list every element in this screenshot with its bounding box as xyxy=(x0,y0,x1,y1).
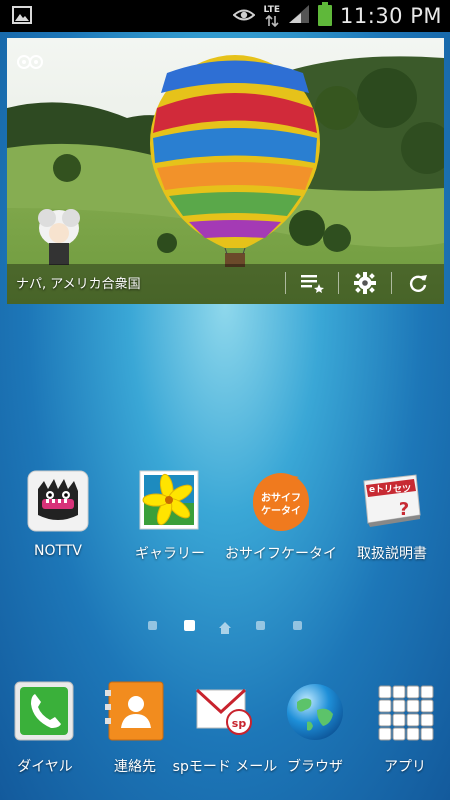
page-dot[interactable] xyxy=(293,621,302,630)
lte-data-icon: LTE xyxy=(263,4,281,27)
svg-text:eトリセツ: eトリセツ xyxy=(369,484,411,495)
signal-icon xyxy=(288,4,310,28)
app-osaifu-keitai[interactable]: おサイフ ケータイ おサイフケータイ xyxy=(225,469,337,563)
travel-widget[interactable]: ナパ, アメリカ合衆国 xyxy=(7,38,444,304)
refresh-icon xyxy=(409,275,427,292)
page-dot[interactable] xyxy=(148,621,157,630)
phone-icon xyxy=(13,680,77,744)
settings-button[interactable] xyxy=(339,266,391,300)
nottv-icon xyxy=(26,469,90,533)
osaifu-keitai-icon: おサイフ ケータイ xyxy=(249,469,313,533)
app-gallery[interactable]: ギャラリー xyxy=(114,469,226,563)
svg-text:おサイフ: おサイフ xyxy=(261,492,301,504)
svg-text:sp: sp xyxy=(232,717,247,730)
sp-mail-icon: sp xyxy=(193,680,257,744)
app-label: 取扱説明書 xyxy=(357,546,427,562)
settings-gear-icon xyxy=(354,272,376,294)
app-label: NOTTV xyxy=(34,543,82,559)
list-favorite-button[interactable] xyxy=(286,266,338,300)
status-bar: LTE 11:30 PM xyxy=(0,0,450,32)
apps-grid-icon xyxy=(373,680,437,744)
browser-globe-icon xyxy=(283,680,347,744)
lte-label: LTE xyxy=(263,4,281,15)
app-manual[interactable]: eトリセツ ? 取扱説明書 xyxy=(336,469,448,563)
page-dot[interactable] xyxy=(256,621,265,630)
gallery-icon xyxy=(138,469,202,533)
image-notification-icon xyxy=(12,6,32,28)
app-label: おサイフケータイ xyxy=(225,546,337,562)
app-label: ギャラリー xyxy=(135,546,205,562)
refresh-button[interactable] xyxy=(392,266,444,300)
balloon-photo xyxy=(7,38,444,304)
eye-icon xyxy=(232,7,256,26)
clock: 11:30 PM xyxy=(340,4,442,28)
app-nottv[interactable]: NOTTV xyxy=(2,469,114,559)
tripadvisor-owl-icon xyxy=(17,52,43,74)
list-favorite-icon xyxy=(301,275,324,293)
app-label: アプリ xyxy=(384,759,426,775)
svg-text:ケータイ: ケータイ xyxy=(261,505,301,517)
manual-icon: eトリセツ ? xyxy=(360,469,424,533)
battery-icon xyxy=(318,2,333,30)
home-page-icon[interactable] xyxy=(219,619,231,638)
dock-apps[interactable]: アプリ xyxy=(349,680,450,776)
page-indicator[interactable] xyxy=(0,617,450,634)
page-dot-current[interactable] xyxy=(184,620,195,631)
svg-text:?: ? xyxy=(399,499,409,520)
contacts-icon xyxy=(103,680,167,744)
widget-location: ナパ, アメリカ合衆国 xyxy=(16,277,141,292)
